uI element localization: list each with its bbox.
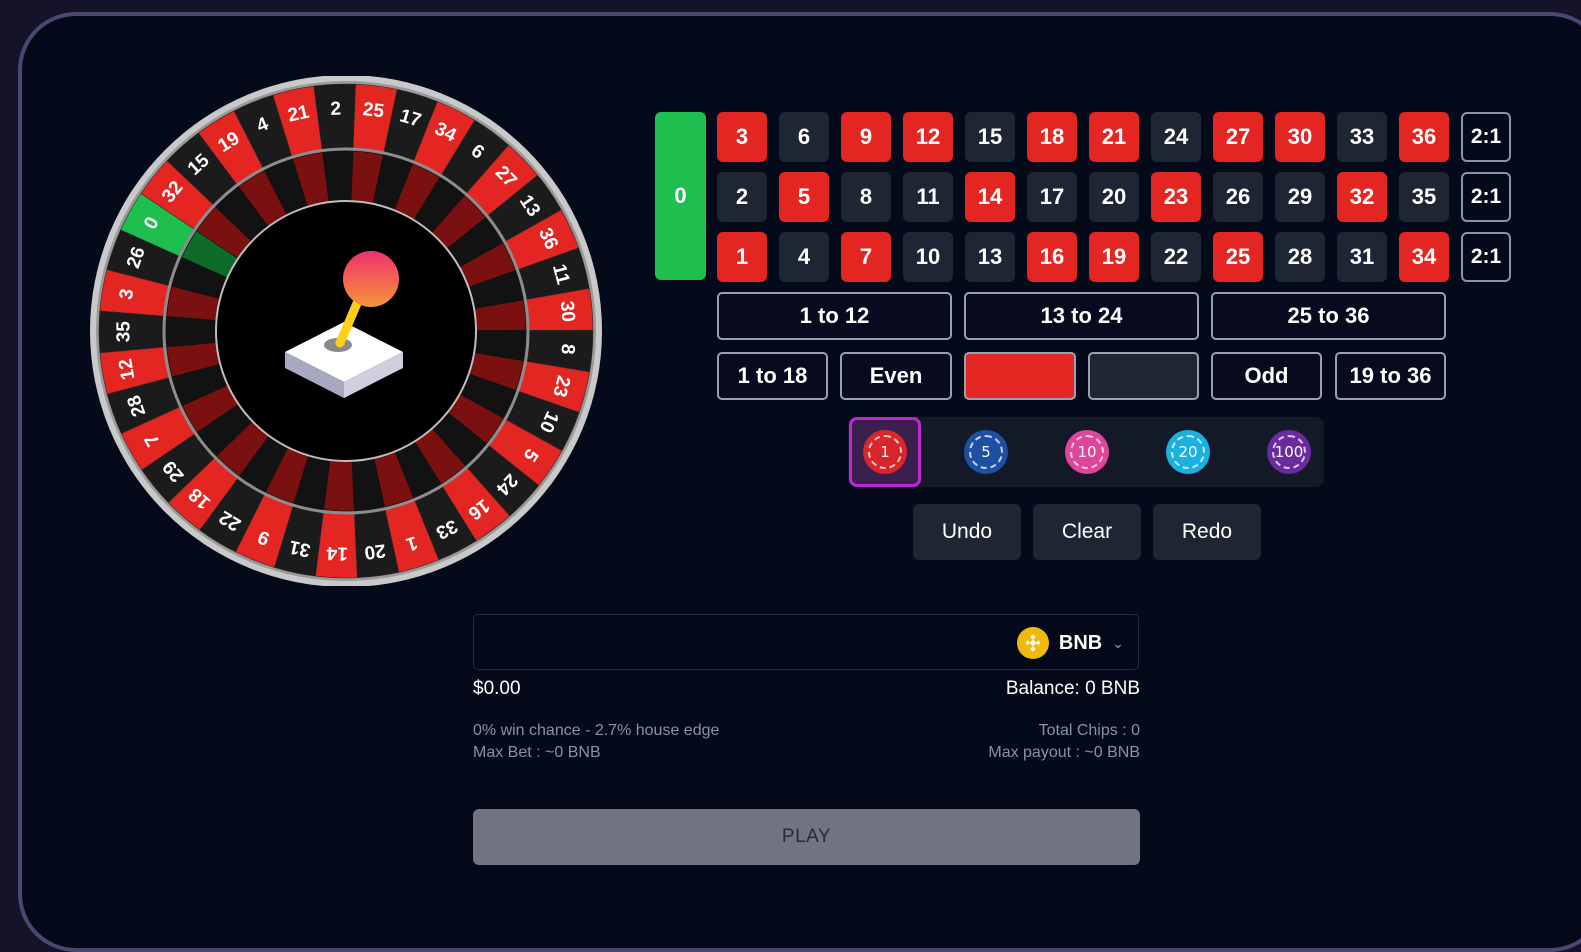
board-number-18[interactable]: 18: [1027, 112, 1077, 162]
wheel-pocket-inner: [165, 316, 217, 348]
board-number-17[interactable]: 17: [1027, 172, 1077, 222]
chevron-down-icon: ⌄: [1112, 634, 1124, 651]
board-number-5[interactable]: 5: [779, 172, 829, 222]
wheel-number: 2: [330, 99, 342, 120]
wheel-number: 12: [115, 357, 139, 381]
wheel-number: 25: [362, 99, 386, 123]
board-number-7[interactable]: 7: [841, 232, 891, 282]
chip-20[interactable]: 20: [1152, 417, 1224, 487]
chip-value: 100: [1274, 443, 1304, 461]
max-payout: Max payout : ~0 BNB: [988, 744, 1140, 761]
board-number-21[interactable]: 21: [1089, 112, 1139, 162]
roulette-wheel: 0 32 15 19 4 21 2 25 17 34 6 27 13 36 11 30 8 23 10 5 24 16 33…: [84, 76, 608, 586]
column-bet-1[interactable]: 2:1: [1461, 112, 1511, 162]
chip-icon: 20: [1166, 430, 1210, 474]
board-number-4[interactable]: 4: [779, 232, 829, 282]
board-number-16[interactable]: 16: [1027, 232, 1077, 282]
chip-icon: 5: [964, 430, 1008, 474]
roulette-wheel-graphic: 03215194 21 2 25 17 3462713361130823105241633…: [90, 76, 602, 586]
wheel-number: 35: [113, 321, 134, 343]
play-button[interactable]: PLAY: [473, 809, 1140, 865]
chip-icon: 1: [863, 430, 907, 474]
wheel-number: 14: [326, 542, 348, 564]
board-number-13[interactable]: 13: [965, 232, 1015, 282]
board-number-28[interactable]: 28: [1275, 232, 1325, 282]
board-number-19[interactable]: 19: [1089, 232, 1139, 282]
board-number-11[interactable]: 11: [903, 172, 953, 222]
chip-value: 1: [880, 443, 890, 461]
chip-selector: 1 5 10 20 100: [848, 417, 1324, 487]
black-bet[interactable]: [1088, 352, 1199, 400]
board-number-12[interactable]: 12: [903, 112, 953, 162]
board-number-36[interactable]: 36: [1399, 112, 1449, 162]
wheel-number: 30: [556, 300, 579, 323]
bet-amount-field[interactable]: BNB ⌄: [473, 614, 1139, 670]
board-number-30[interactable]: 30: [1275, 112, 1325, 162]
board-number-9[interactable]: 9: [841, 112, 891, 162]
chip-value: 20: [1178, 443, 1198, 461]
board-number-14[interactable]: 14: [965, 172, 1015, 222]
board-number-6[interactable]: 6: [779, 112, 829, 162]
board-number-33[interactable]: 33: [1337, 112, 1387, 162]
chip-icon: 100: [1267, 430, 1311, 474]
chip-100[interactable]: 100: [1253, 417, 1325, 487]
total-chips: Total Chips : 0: [1038, 722, 1140, 739]
column-bet-2[interactable]: 2:1: [1461, 172, 1511, 222]
chip-value: 5: [981, 443, 991, 461]
chip-1[interactable]: 1: [849, 417, 921, 487]
chip-10[interactable]: 10: [1051, 417, 1123, 487]
max-bet: Max Bet : ~0 BNB: [473, 744, 601, 761]
board-number-10[interactable]: 10: [903, 232, 953, 282]
board-number-3[interactable]: 3: [717, 112, 767, 162]
chip-value: 10: [1077, 443, 1097, 461]
high-bet[interactable]: 19 to 36: [1335, 352, 1446, 400]
usd-value: $0.00: [473, 678, 521, 699]
board-number-27[interactable]: 27: [1213, 112, 1263, 162]
bet-amount-input[interactable]: [486, 625, 990, 661]
dozen-bet-2[interactable]: 13 to 24: [964, 292, 1199, 340]
board-number-20[interactable]: 20: [1089, 172, 1139, 222]
board-number-23[interactable]: 23: [1151, 172, 1201, 222]
board-number-2[interactable]: 2: [717, 172, 767, 222]
redo-button[interactable]: Redo: [1153, 504, 1261, 560]
red-bet[interactable]: [964, 352, 1076, 400]
board-number-29[interactable]: 29: [1275, 172, 1325, 222]
dozen-bet-3[interactable]: 25 to 36: [1211, 292, 1446, 340]
currency-label: BNB: [1058, 631, 1103, 654]
even-bet[interactable]: Even: [840, 352, 952, 400]
board-number-31[interactable]: 31: [1337, 232, 1387, 282]
odd-bet[interactable]: Odd: [1211, 352, 1322, 400]
balance: Balance: 0 BNB: [1005, 678, 1140, 699]
column-bet-3[interactable]: 2:1: [1461, 232, 1511, 282]
undo-button[interactable]: Undo: [913, 504, 1021, 560]
board-number-25[interactable]: 25: [1213, 232, 1263, 282]
chip-icon: 10: [1065, 430, 1109, 474]
wheel-number: 8: [556, 343, 578, 355]
low-bet[interactable]: 1 to 18: [717, 352, 828, 400]
bnb-coin-icon: [1016, 627, 1049, 659]
chip-5[interactable]: 5: [950, 417, 1022, 487]
wheel-number: 20: [363, 539, 387, 563]
board-number-34[interactable]: 34: [1399, 232, 1449, 282]
clear-button[interactable]: Clear: [1033, 504, 1141, 560]
board-number-26[interactable]: 26: [1213, 172, 1263, 222]
board-number-1[interactable]: 1: [717, 232, 767, 282]
board-number-8[interactable]: 8: [841, 172, 891, 222]
dozen-bet-1[interactable]: 1 to 12: [717, 292, 952, 340]
board-zero[interactable]: 0: [655, 112, 706, 280]
win-chance: 0% win chance - 2.7% house edge: [473, 722, 720, 739]
board-number-32[interactable]: 32: [1337, 172, 1387, 222]
board-number-35[interactable]: 35: [1399, 172, 1449, 222]
board-number-15[interactable]: 15: [965, 112, 1015, 162]
board-number-24[interactable]: 24: [1151, 112, 1201, 162]
currency-selector[interactable]: BNB ⌄: [1016, 626, 1124, 660]
board-number-22[interactable]: 22: [1151, 232, 1201, 282]
